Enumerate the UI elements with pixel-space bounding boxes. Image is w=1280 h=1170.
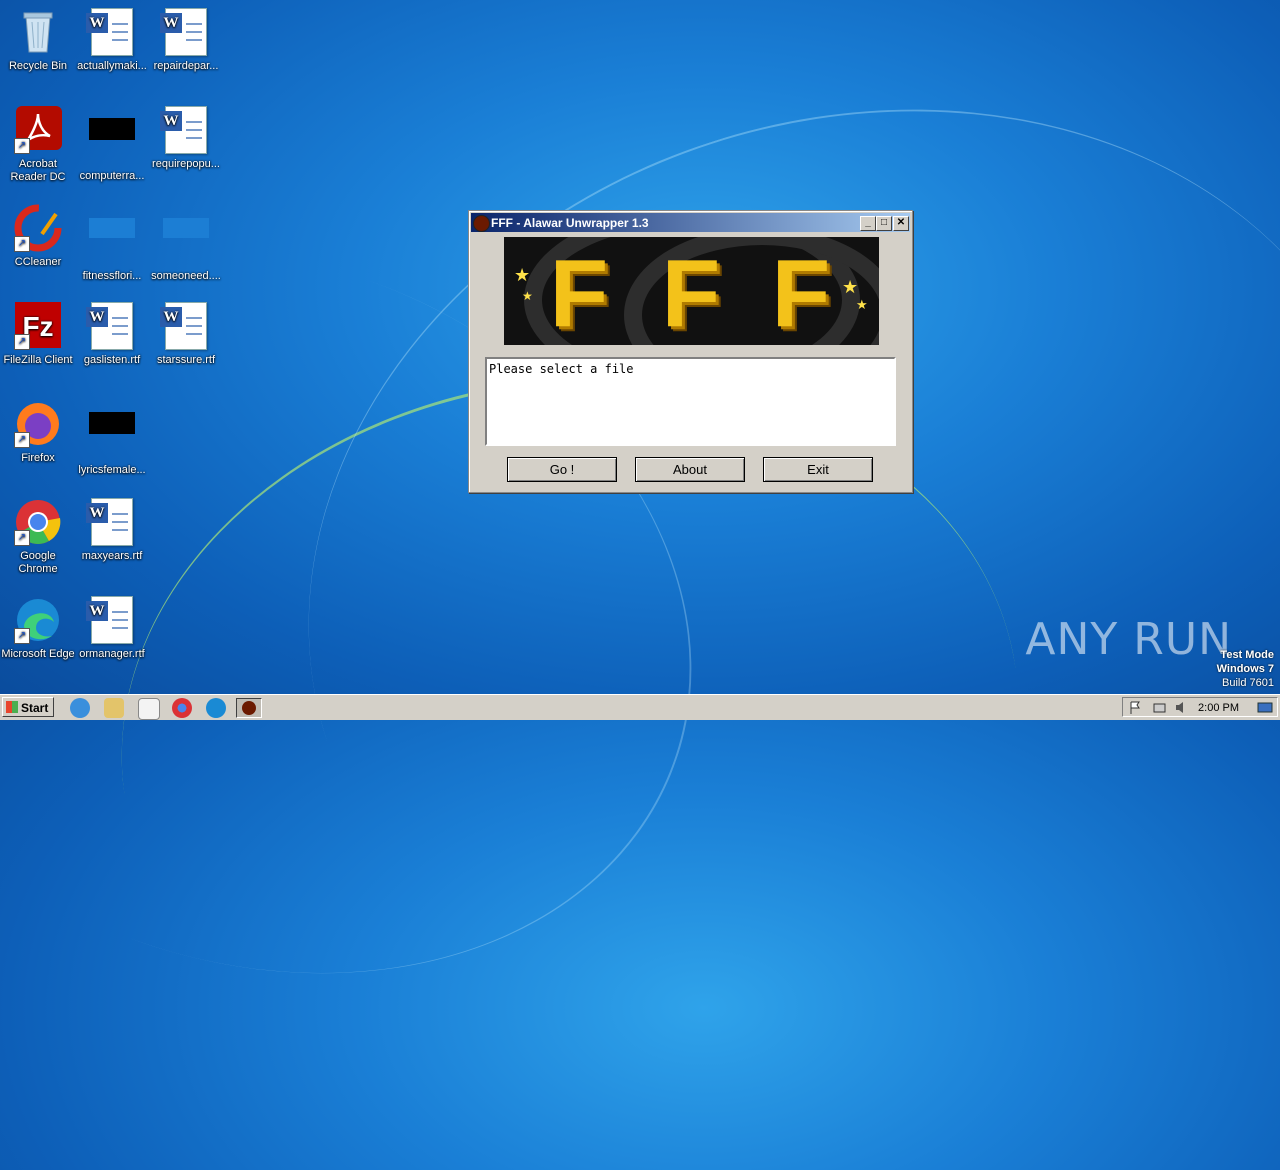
desktop-icon-doc[interactable]: W ormanager.rtf [74, 596, 150, 661]
word-document-icon: W [86, 498, 136, 546]
desktop-icon-firefox[interactable]: ↗ Firefox [0, 400, 76, 465]
word-document-icon: W [86, 302, 136, 350]
icon-label: CCleaner [14, 256, 62, 268]
icon-label: maxyears.rtf [81, 550, 143, 562]
acrobat-icon: ↗ [14, 106, 62, 154]
desktop-icon-chrome[interactable]: ↗ Google Chrome [0, 498, 76, 576]
icon-label: Microsoft Edge [1, 648, 75, 660]
fff-logo-banner: F F F ★ ★ ★ ★ [504, 237, 879, 345]
word-document-icon: W [160, 106, 210, 154]
shortcut-arrow-icon: ↗ [14, 334, 30, 350]
status-textbox[interactable]: Please select a file [485, 357, 896, 446]
icon-label: gaslisten.rtf [83, 354, 141, 366]
desktop-icon-ccleaner[interactable]: ↗ CCleaner [0, 204, 76, 269]
edge-icon: ↗ [14, 596, 62, 644]
edge-taskbar-icon[interactable] [206, 698, 226, 718]
exit-button[interactable]: Exit [763, 457, 873, 482]
show-desktop-icon[interactable] [1257, 701, 1273, 714]
word-document-icon: W [160, 8, 210, 56]
word-document-icon: W [86, 596, 136, 644]
desktop-icon-doc[interactable]: someoneed.... [148, 204, 224, 283]
shortcut-arrow-icon: ↗ [14, 432, 30, 448]
start-button[interactable]: Start [2, 697, 54, 717]
maximize-button[interactable]: □ [876, 216, 892, 231]
word-document-icon: W [86, 8, 136, 56]
internet-explorer-icon[interactable] [70, 698, 90, 718]
chrome-icon: ↗ [14, 498, 62, 546]
window-title: FFF - Alawar Unwrapper 1.3 [491, 216, 649, 230]
icon-label: someoneed.... [151, 270, 221, 282]
media-player-icon[interactable] [138, 698, 160, 720]
blank-document-icon [88, 118, 136, 166]
recycle-bin-icon [14, 8, 62, 56]
go-button[interactable]: Go ! [507, 457, 617, 482]
volume-icon[interactable] [1175, 701, 1188, 714]
chrome-taskbar-icon[interactable] [172, 698, 192, 718]
word-document-icon: W [160, 302, 210, 350]
desktop-icon-doc[interactable]: W actuallymaki... [74, 8, 150, 73]
blank-document-icon [88, 412, 136, 460]
desktop-icon-doc[interactable]: computerra... [74, 106, 150, 183]
anyrun-watermark: ANY RUN [1025, 614, 1232, 665]
close-button[interactable]: ✕ [893, 216, 909, 231]
icon-label: Acrobat Reader DC [10, 158, 66, 183]
test-mode-notice: Test Mode Windows 7 Build 7601 [1217, 648, 1274, 690]
icon-label: Recycle Bin [8, 60, 68, 72]
desktop-icon-doc[interactable]: W starssure.rtf [148, 302, 224, 367]
unwrapper-window[interactable]: FFF - Alawar Unwrapper 1.3 _ □ ✕ F F F ★… [468, 210, 913, 493]
network-icon[interactable] [1153, 701, 1166, 714]
windows-logo-icon [6, 701, 18, 713]
desktop-icon-filezilla[interactable]: Fz ↗ FileZilla Client [0, 302, 76, 367]
app-icon [242, 701, 256, 715]
ccleaner-icon: ↗ [14, 204, 62, 252]
windows-version-label: Windows 7 [1216, 663, 1274, 675]
icon-label: FileZilla Client [3, 354, 73, 366]
clock[interactable]: 2:00 PM [1198, 702, 1239, 714]
window-titlebar[interactable]: FFF - Alawar Unwrapper 1.3 _ □ ✕ [471, 213, 910, 232]
icon-label: fitnessflori... [82, 270, 142, 282]
desktop-icon-recycle-bin[interactable]: Recycle Bin [0, 8, 76, 73]
shortcut-arrow-icon: ↗ [14, 628, 30, 644]
icon-label: actuallymaki... [77, 60, 147, 72]
desktop-icon-doc[interactable]: W requirepopu... [148, 106, 224, 171]
minimize-button[interactable]: _ [860, 216, 876, 231]
about-button[interactable]: About [635, 457, 745, 482]
filezilla-icon: Fz ↗ [14, 302, 62, 350]
icon-label: Google Chrome [18, 550, 58, 575]
app-icon [473, 215, 490, 232]
shortcut-arrow-icon: ↗ [14, 530, 30, 546]
system-tray: 2:00 PM [1122, 697, 1278, 717]
action-center-flag-icon[interactable] [1129, 701, 1142, 714]
desktop-icon-doc[interactable]: W gaslisten.rtf [74, 302, 150, 367]
test-mode-label: Test Mode [1220, 649, 1274, 661]
unwrapper-taskbar-button[interactable] [236, 698, 262, 718]
icon-label: lyricsfemale... [78, 464, 146, 476]
desktop-icon-doc[interactable]: W repairdepar... [148, 8, 224, 73]
icon-label: computerra... [79, 170, 145, 182]
file-explorer-icon[interactable] [104, 698, 124, 718]
desktop-icon-doc[interactable]: lyricsfemale... [74, 400, 150, 477]
blank-document-icon [162, 218, 210, 266]
desktop-icon-doc[interactable]: W maxyears.rtf [74, 498, 150, 563]
taskbar: Start 2:00 PM [0, 694, 1280, 720]
firefox-icon: ↗ [14, 400, 62, 448]
icon-label: repairdepar... [153, 60, 219, 72]
desktop-icon-acrobat[interactable]: ↗ Acrobat Reader DC [0, 106, 76, 184]
icon-label: starssure.rtf [156, 354, 216, 366]
blank-document-icon [88, 218, 136, 266]
shortcut-arrow-icon: ↗ [14, 236, 30, 252]
shortcut-arrow-icon: ↗ [14, 138, 30, 154]
icon-label: requirepopu... [152, 158, 220, 170]
icon-label: Firefox [21, 452, 55, 464]
desktop-icon-doc[interactable]: fitnessflori... [74, 204, 150, 283]
build-label: Build 7601 [1222, 677, 1274, 689]
icon-label: ormanager.rtf [79, 648, 145, 660]
desktop-icon-edge[interactable]: ↗ Microsoft Edge [0, 596, 76, 661]
